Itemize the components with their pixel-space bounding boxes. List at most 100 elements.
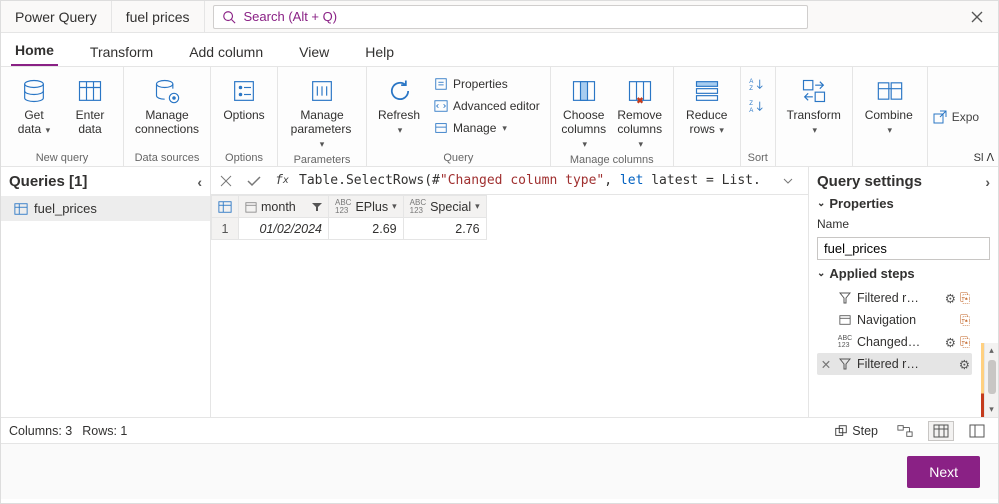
ribbon-group-label: New query [7,150,117,164]
table-row[interactable]: 1 01/02/2024 2.69 2.76 [212,218,487,240]
filter-icon[interactable] [312,202,322,212]
column-dropdown-icon[interactable]: ▾ [392,201,397,212]
column-header-special[interactable]: ABC123 Special ▾ [403,196,486,218]
parameters-icon [306,75,338,107]
collapse-queries-button[interactable]: ‹ [197,174,202,190]
applied-steps-list: ✕ Filtered r… ⚙ ⎘ ✕ Navigation ⎘ ✕ ABC12… [817,287,990,375]
work-area: Queries [1] ‹ fuel_prices fx Table.Selec… [1,167,998,417]
chevron-down-icon: ▾ [582,139,587,149]
sort-desc-button[interactable]: ZA [747,95,769,117]
data-grid[interactable]: month ABC123 EPlus ▾ [211,195,808,417]
step-item[interactable]: ✕ Navigation ⎘ [817,309,972,331]
chevron-down-icon: ▾ [320,139,325,149]
choose-columns-button[interactable]: Choose columns ▾ [557,73,611,152]
step-item[interactable]: ✕ Filtered r… ⚙ [817,353,972,375]
tab-home[interactable]: Home [11,36,58,66]
svg-text:A: A [749,78,754,85]
formula-cancel-button[interactable] [215,170,237,192]
sort-asc-button[interactable]: AZ [747,73,769,95]
refresh-button[interactable]: Refresh ▾ [373,73,427,139]
transform-button[interactable]: Transform ▾ [782,73,846,139]
footer: Next [1,443,998,499]
status-rows: Rows: 1 [82,424,127,438]
tab-help[interactable]: Help [361,38,398,66]
search-icon [222,10,236,24]
ribbon-group-sort: AZ ZA Sort [741,67,776,166]
warning-icon[interactable]: ⎘ [960,335,970,350]
grid-corner[interactable] [212,196,239,218]
schema-view-button[interactable] [964,421,990,441]
search-box[interactable]: Search (Alt + Q) [213,5,808,29]
ribbon-group-combine: Combine ▾ [853,67,928,166]
remove-columns-button[interactable]: Remove columns ▾ [613,73,667,152]
formula-accept-button[interactable] [243,170,265,192]
abc123-type-icon: ABC123 [410,199,426,215]
ribbon-group-label: Sort [747,150,769,164]
enter-data-button[interactable]: Enter data [63,73,117,139]
formula-expand-button[interactable] [782,176,804,186]
warning-icon[interactable]: ⎘ [960,291,970,306]
chevron-down-icon: ▾ [887,125,892,135]
cell[interactable]: 2.69 [329,218,404,240]
app-name: Power Query [1,1,112,32]
svg-text:Z: Z [749,100,753,107]
column-header-eplus[interactable]: ABC123 EPlus ▾ [329,196,404,218]
close-button[interactable] [956,1,998,32]
cell[interactable]: 01/02/2024 [239,218,329,240]
query-settings-header: Query settings [817,173,922,190]
scroll-thumb[interactable] [988,360,996,394]
tab-transform[interactable]: Transform [86,38,157,66]
ribbon-group-label: Query [373,150,544,164]
remove-columns-icon [624,75,656,107]
manage-button[interactable]: Manage▾ [429,117,544,139]
scroll-up-icon[interactable]: ▴ [989,343,994,358]
column-header-month[interactable]: month [239,196,329,218]
menu-tabs: Home Transform Add column View Help [1,33,998,67]
combine-button[interactable]: Combine ▾ [859,73,921,139]
step-item[interactable]: ✕ ABC123 Changed… ⚙ ⎘ [817,331,972,353]
tab-view[interactable]: View [295,38,333,66]
warning-icon[interactable]: ⎘ [960,313,970,328]
gear-icon[interactable]: ⚙ [959,357,970,372]
manage-connections-button[interactable]: Manage connections [130,73,204,139]
reduce-rows-button[interactable]: Reduce rows ▾ [680,73,734,139]
next-button[interactable]: Next [907,456,980,488]
tab-add-column[interactable]: Add column [185,38,267,66]
chevron-down-icon: ⌄ [817,198,825,209]
properties-button[interactable]: Properties [429,73,544,95]
queries-pane: Queries [1] ‹ fuel_prices [1,167,211,417]
column-dropdown-icon[interactable]: ▾ [475,201,480,212]
advanced-editor-icon [433,98,449,114]
query-item-fuel-prices[interactable]: fuel_prices [1,196,210,221]
gear-icon[interactable]: ⚙ [945,291,956,306]
get-data-button[interactable]: Get data ▾ [7,73,61,139]
chevron-down-icon: ▾ [812,125,817,135]
abc123-icon: ABC123 [837,334,853,350]
chevron-down-icon: ▾ [717,125,724,135]
steps-scrollbar[interactable]: ▴ ▾ [984,343,998,417]
table-view-button[interactable] [928,421,954,441]
query-name-input[interactable] [817,237,990,260]
manage-parameters-button[interactable]: Manage parameters ▾ [284,73,360,152]
applied-steps-header[interactable]: ⌄Applied steps [817,266,990,281]
properties-icon [433,76,449,92]
formula-text[interactable]: Table.SelectRows(#"Changed column type",… [299,173,776,188]
ribbon-group-query: Refresh ▾ Properties Advanced editor Man… [367,67,551,166]
options-button[interactable]: Options [217,73,271,125]
collapse-settings-button[interactable]: › [985,174,990,190]
gear-icon[interactable]: ⚙ [945,335,956,350]
collapse-ribbon-hint[interactable]: Sl ᐱ [974,151,994,164]
ribbon-group-manage-columns: Choose columns ▾ Remove columns ▾ Manage… [551,67,674,166]
advanced-editor-button[interactable]: Advanced editor [429,95,544,117]
scroll-down-icon[interactable]: ▾ [989,402,994,417]
fx-icon[interactable]: fx [271,170,293,192]
delete-step-button[interactable]: ✕ [819,357,833,372]
step-nav-button[interactable]: Step [830,424,882,438]
step-item[interactable]: ✕ Filtered r… ⚙ ⎘ [817,287,972,309]
cell[interactable]: 2.76 [403,218,486,240]
ribbon-group-reduce-rows: Reduce rows ▾ [674,67,741,166]
diagram-view-button[interactable] [892,421,918,441]
ribbon-group-label: Options [217,150,271,164]
manage-icon [433,120,449,136]
properties-section-header[interactable]: ⌄Properties [817,196,990,211]
